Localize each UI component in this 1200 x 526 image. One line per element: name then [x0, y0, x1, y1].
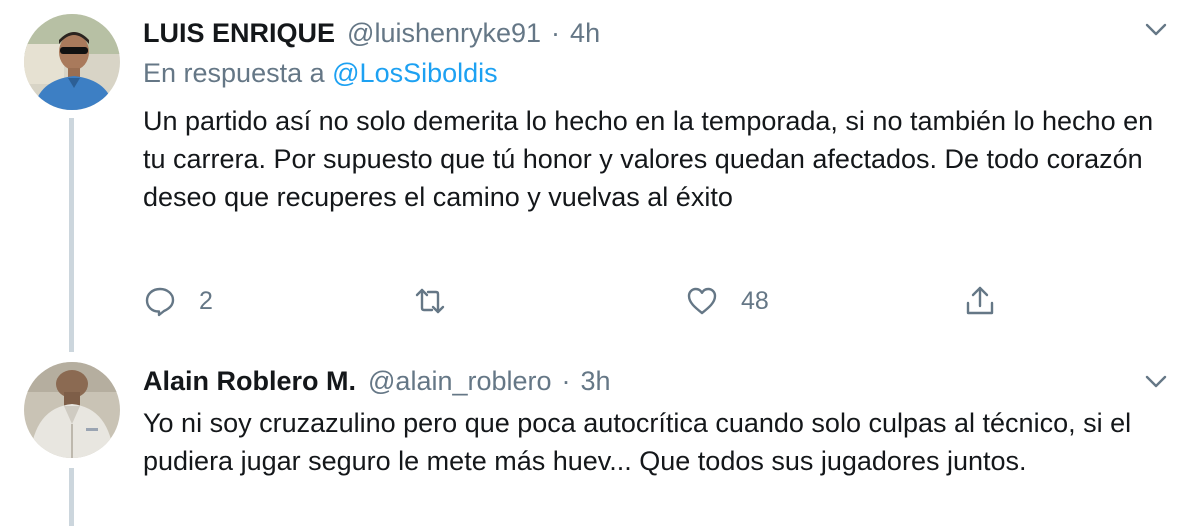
separator: ·: [561, 365, 571, 396]
author-handle[interactable]: @alain_roblero: [368, 366, 552, 397]
retweet-button[interactable]: [413, 278, 447, 324]
reply-prefix: En respuesta a: [143, 58, 325, 88]
tweet-header: Alain Roblero M. @alain_roblero · 3h: [143, 362, 611, 400]
author-name[interactable]: LUIS ENRIQUE: [143, 18, 335, 49]
timestamp[interactable]: 3h: [581, 366, 611, 397]
tweet-text: Un partido así no solo demerita lo hecho…: [143, 106, 1154, 212]
tweet-actions: 2 48: [143, 278, 1023, 324]
heart-icon: [687, 287, 717, 315]
separator: ·: [551, 17, 561, 48]
avatar[interactable]: [24, 362, 120, 458]
share-icon: [966, 286, 994, 315]
avatar-photo-icon: [24, 14, 120, 110]
reply-icon: [145, 287, 175, 317]
reply-mention-link[interactable]: @LosSiboldis: [332, 58, 498, 88]
reply-button[interactable]: 2: [143, 278, 213, 324]
author-name[interactable]: Alain Roblero M.: [143, 366, 356, 397]
tweet-header: LUIS ENRIQUE @luishenryke91 · 4h: [143, 14, 600, 52]
like-button[interactable]: 48: [685, 278, 769, 324]
tweet-text: Yo ni soy cruzazulino pero que poca auto…: [143, 408, 1132, 476]
timestamp[interactable]: 4h: [570, 18, 600, 49]
like-count: 48: [741, 286, 769, 315]
reply-count: 2: [199, 286, 213, 315]
share-button[interactable]: [963, 278, 997, 324]
avatar[interactable]: [24, 14, 120, 110]
avatar-photo-icon: [24, 362, 120, 458]
author-handle[interactable]: @luishenryke91: [347, 18, 541, 49]
thread-line: [69, 118, 74, 352]
tweet-luis-enrique[interactable]: LUIS ENRIQUE @luishenryke91 · 4h En resp…: [0, 0, 1200, 352]
chevron-down-icon[interactable]: [1142, 368, 1170, 396]
thread-line: [69, 468, 74, 526]
reply-context: En respuesta a @LosSiboldis: [143, 58, 498, 89]
tweet-alain-roblero[interactable]: Alain Roblero M. @alain_roblero · 3h Yo …: [0, 352, 1200, 526]
retweet-icon: [415, 288, 445, 314]
chevron-down-icon[interactable]: [1142, 16, 1170, 44]
